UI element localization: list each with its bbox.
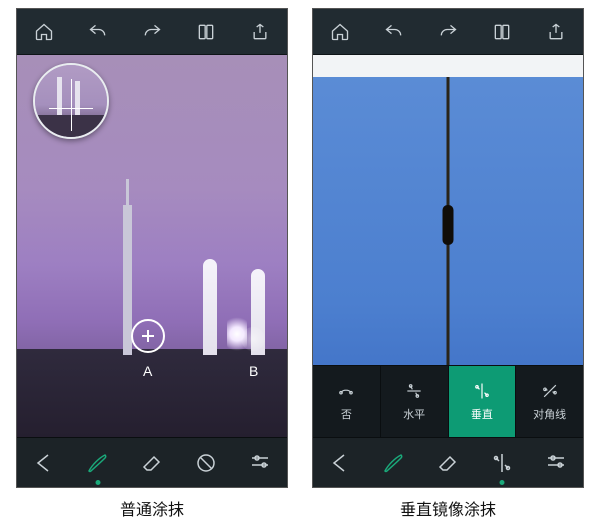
home-button[interactable] [22,10,66,54]
undo-icon [88,22,108,42]
sliders-icon [248,451,272,475]
eraser-tool[interactable] [421,438,475,487]
share-icon [546,22,566,42]
mirror-option-none[interactable]: 否 [313,366,381,437]
mirror-option-label: 垂直 [471,406,493,422]
redo-icon [438,22,458,42]
magnifier-loupe [33,63,109,139]
brush-icon [86,451,110,475]
edit-canvas[interactable]: A B [17,55,287,437]
marker-a: A [143,363,152,379]
sliders-icon [544,451,568,475]
brush-tool[interactable] [71,438,125,487]
mirror-option-diagonal[interactable]: 对角线 [516,366,583,437]
scene-top-strip [313,55,583,77]
right-phone: 否 水平 垂直 对角线 [312,8,584,488]
back-arrow-icon [328,451,352,475]
eraser-tool[interactable] [125,438,179,487]
brush-reticle[interactable] [131,319,165,353]
redo-button[interactable] [130,10,174,54]
bottom-toolbar [17,437,287,487]
scene-pole [447,77,450,365]
back-button[interactable] [313,438,367,487]
share-button[interactable] [238,10,282,54]
right-caption: 垂直镜像涂抹 [400,496,496,520]
mirror-option-label: 否 [341,406,352,422]
undo-icon [384,22,404,42]
settings-tool[interactable] [233,438,287,487]
home-icon [34,22,54,42]
mirror-horizontal-icon [404,382,424,400]
eraser-icon [436,451,460,475]
brush-tool[interactable] [367,438,421,487]
mirror-axes-icon [490,451,514,475]
undo-button[interactable] [76,10,120,54]
compare-icon [492,22,512,42]
brush-icon [382,451,406,475]
home-icon [330,22,350,42]
left-caption: 普通涂抹 [120,496,184,520]
mirror-diagonal-icon [540,382,560,400]
scene-rocket-a [203,259,217,355]
edit-canvas[interactable] [313,55,583,365]
mirror-option-label: 对角线 [533,406,566,422]
share-button[interactable] [534,10,578,54]
bottom-toolbar [313,437,583,487]
share-icon [250,22,270,42]
marker-b: B [249,363,258,379]
redo-button[interactable] [426,10,470,54]
compare-button[interactable] [480,10,524,54]
compare-button[interactable] [184,10,228,54]
mirror-off-icon [194,451,218,475]
home-button[interactable] [318,10,362,54]
mirror-tool-active[interactable] [475,438,529,487]
top-toolbar [313,9,583,55]
eraser-icon [140,451,164,475]
mirror-none-icon [336,382,356,400]
back-button[interactable] [17,438,71,487]
mirror-option-vertical[interactable]: 垂直 [449,366,517,437]
compare-icon [196,22,216,42]
undo-button[interactable] [372,10,416,54]
top-toolbar [17,9,287,55]
redo-icon [142,22,162,42]
mirror-options-row: 否 水平 垂直 对角线 [313,365,583,437]
back-arrow-icon [32,451,56,475]
mirror-option-horizontal[interactable]: 水平 [381,366,449,437]
left-phone: A B [16,8,288,488]
mirror-option-label: 水平 [403,406,425,422]
brush-preview-dot [241,327,265,351]
settings-tool[interactable] [529,438,583,487]
mirror-tool[interactable] [179,438,233,487]
mirror-vertical-icon [472,382,492,400]
